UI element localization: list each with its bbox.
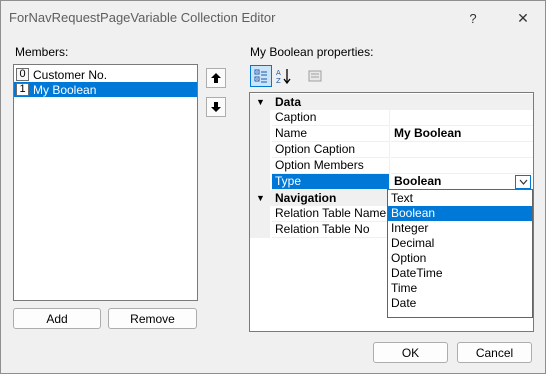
property-pages-icon xyxy=(308,70,322,82)
property-name: Name xyxy=(272,126,390,142)
property-name: Option Members xyxy=(272,158,390,174)
type-value[interactable]: Boolean xyxy=(391,174,533,190)
property-name: Caption xyxy=(272,110,390,126)
dropdown-option-date[interactable]: Date xyxy=(388,296,532,311)
properties-label: My Boolean properties: xyxy=(250,45,374,59)
category-label: Data xyxy=(275,95,302,109)
svg-text:A: A xyxy=(276,69,281,77)
property-value[interactable] xyxy=(391,142,533,158)
property-row-option-members[interactable]: Option Members xyxy=(250,158,533,174)
property-value[interactable] xyxy=(391,110,533,126)
dropdown-option-integer[interactable]: Integer xyxy=(388,221,532,236)
alphabetical-button[interactable]: A Z xyxy=(273,65,295,87)
property-name: Option Caption xyxy=(272,142,390,158)
move-up-button[interactable] xyxy=(206,68,226,88)
property-row-caption[interactable]: Caption xyxy=(250,110,533,126)
member-index: 0 xyxy=(16,68,29,81)
type-dropdown-list[interactable]: Text Boolean Integer Decimal Option Date… xyxy=(387,189,533,318)
arrow-up-icon xyxy=(211,73,221,83)
alphabetical-icon: A Z xyxy=(276,69,291,84)
property-toolbar: A Z xyxy=(249,65,334,89)
collection-editor-dialog: ForNavRequestPageVariable Collection Edi… xyxy=(0,0,546,374)
chevron-down-icon xyxy=(519,179,527,185)
help-button[interactable]: ? xyxy=(451,1,495,35)
member-name: My Boolean xyxy=(33,82,97,97)
members-list[interactable]: 0 Customer No. 1 My Boolean xyxy=(13,64,198,301)
property-name: Relation Table Name xyxy=(272,206,390,222)
add-button[interactable]: Add xyxy=(13,308,101,329)
svg-text:Z: Z xyxy=(276,77,281,84)
dropdown-option-option[interactable]: Option xyxy=(388,251,532,266)
title-bar: ForNavRequestPageVariable Collection Edi… xyxy=(1,1,545,35)
dropdown-option-decimal[interactable]: Decimal xyxy=(388,236,532,251)
window-title: ForNavRequestPageVariable Collection Edi… xyxy=(9,10,276,25)
collapse-icon[interactable]: ▼ xyxy=(256,193,265,203)
member-name: Customer No. xyxy=(33,67,108,82)
move-down-button[interactable] xyxy=(206,97,226,117)
collapse-icon[interactable]: ▼ xyxy=(256,97,265,107)
list-item[interactable]: 0 Customer No. xyxy=(14,67,197,82)
property-name: Type xyxy=(272,174,390,190)
property-row-type[interactable]: Type Boolean xyxy=(250,174,533,190)
property-name: Relation Table No xyxy=(272,222,390,238)
property-value[interactable]: My Boolean xyxy=(391,126,533,142)
remove-button[interactable]: Remove xyxy=(108,308,197,329)
categorized-icon xyxy=(254,69,267,83)
close-button[interactable]: ✕ xyxy=(501,1,545,35)
dropdown-option-boolean[interactable]: Boolean xyxy=(388,206,532,221)
members-label: Members: xyxy=(15,45,69,59)
property-pages-button[interactable] xyxy=(304,65,326,87)
list-item-selected[interactable]: 1 My Boolean xyxy=(14,82,197,97)
type-dropdown-button[interactable] xyxy=(515,175,531,189)
help-icon: ? xyxy=(469,10,477,26)
property-row-name[interactable]: Name My Boolean xyxy=(250,126,533,142)
property-value[interactable] xyxy=(391,158,533,174)
ok-button[interactable]: OK xyxy=(373,342,448,363)
categorized-button[interactable] xyxy=(250,65,272,87)
dropdown-option-datetime[interactable]: DateTime xyxy=(388,266,532,281)
dropdown-option-time[interactable]: Time xyxy=(388,281,532,296)
category-data[interactable]: ▼ Data xyxy=(250,94,533,110)
property-row-option-caption[interactable]: Option Caption xyxy=(250,142,533,158)
category-label: Navigation xyxy=(275,191,337,205)
close-icon: ✕ xyxy=(517,9,529,26)
dropdown-option-text[interactable]: Text xyxy=(388,191,532,206)
cancel-button[interactable]: Cancel xyxy=(457,342,532,363)
arrow-down-icon xyxy=(211,102,221,112)
member-index: 1 xyxy=(16,83,29,96)
